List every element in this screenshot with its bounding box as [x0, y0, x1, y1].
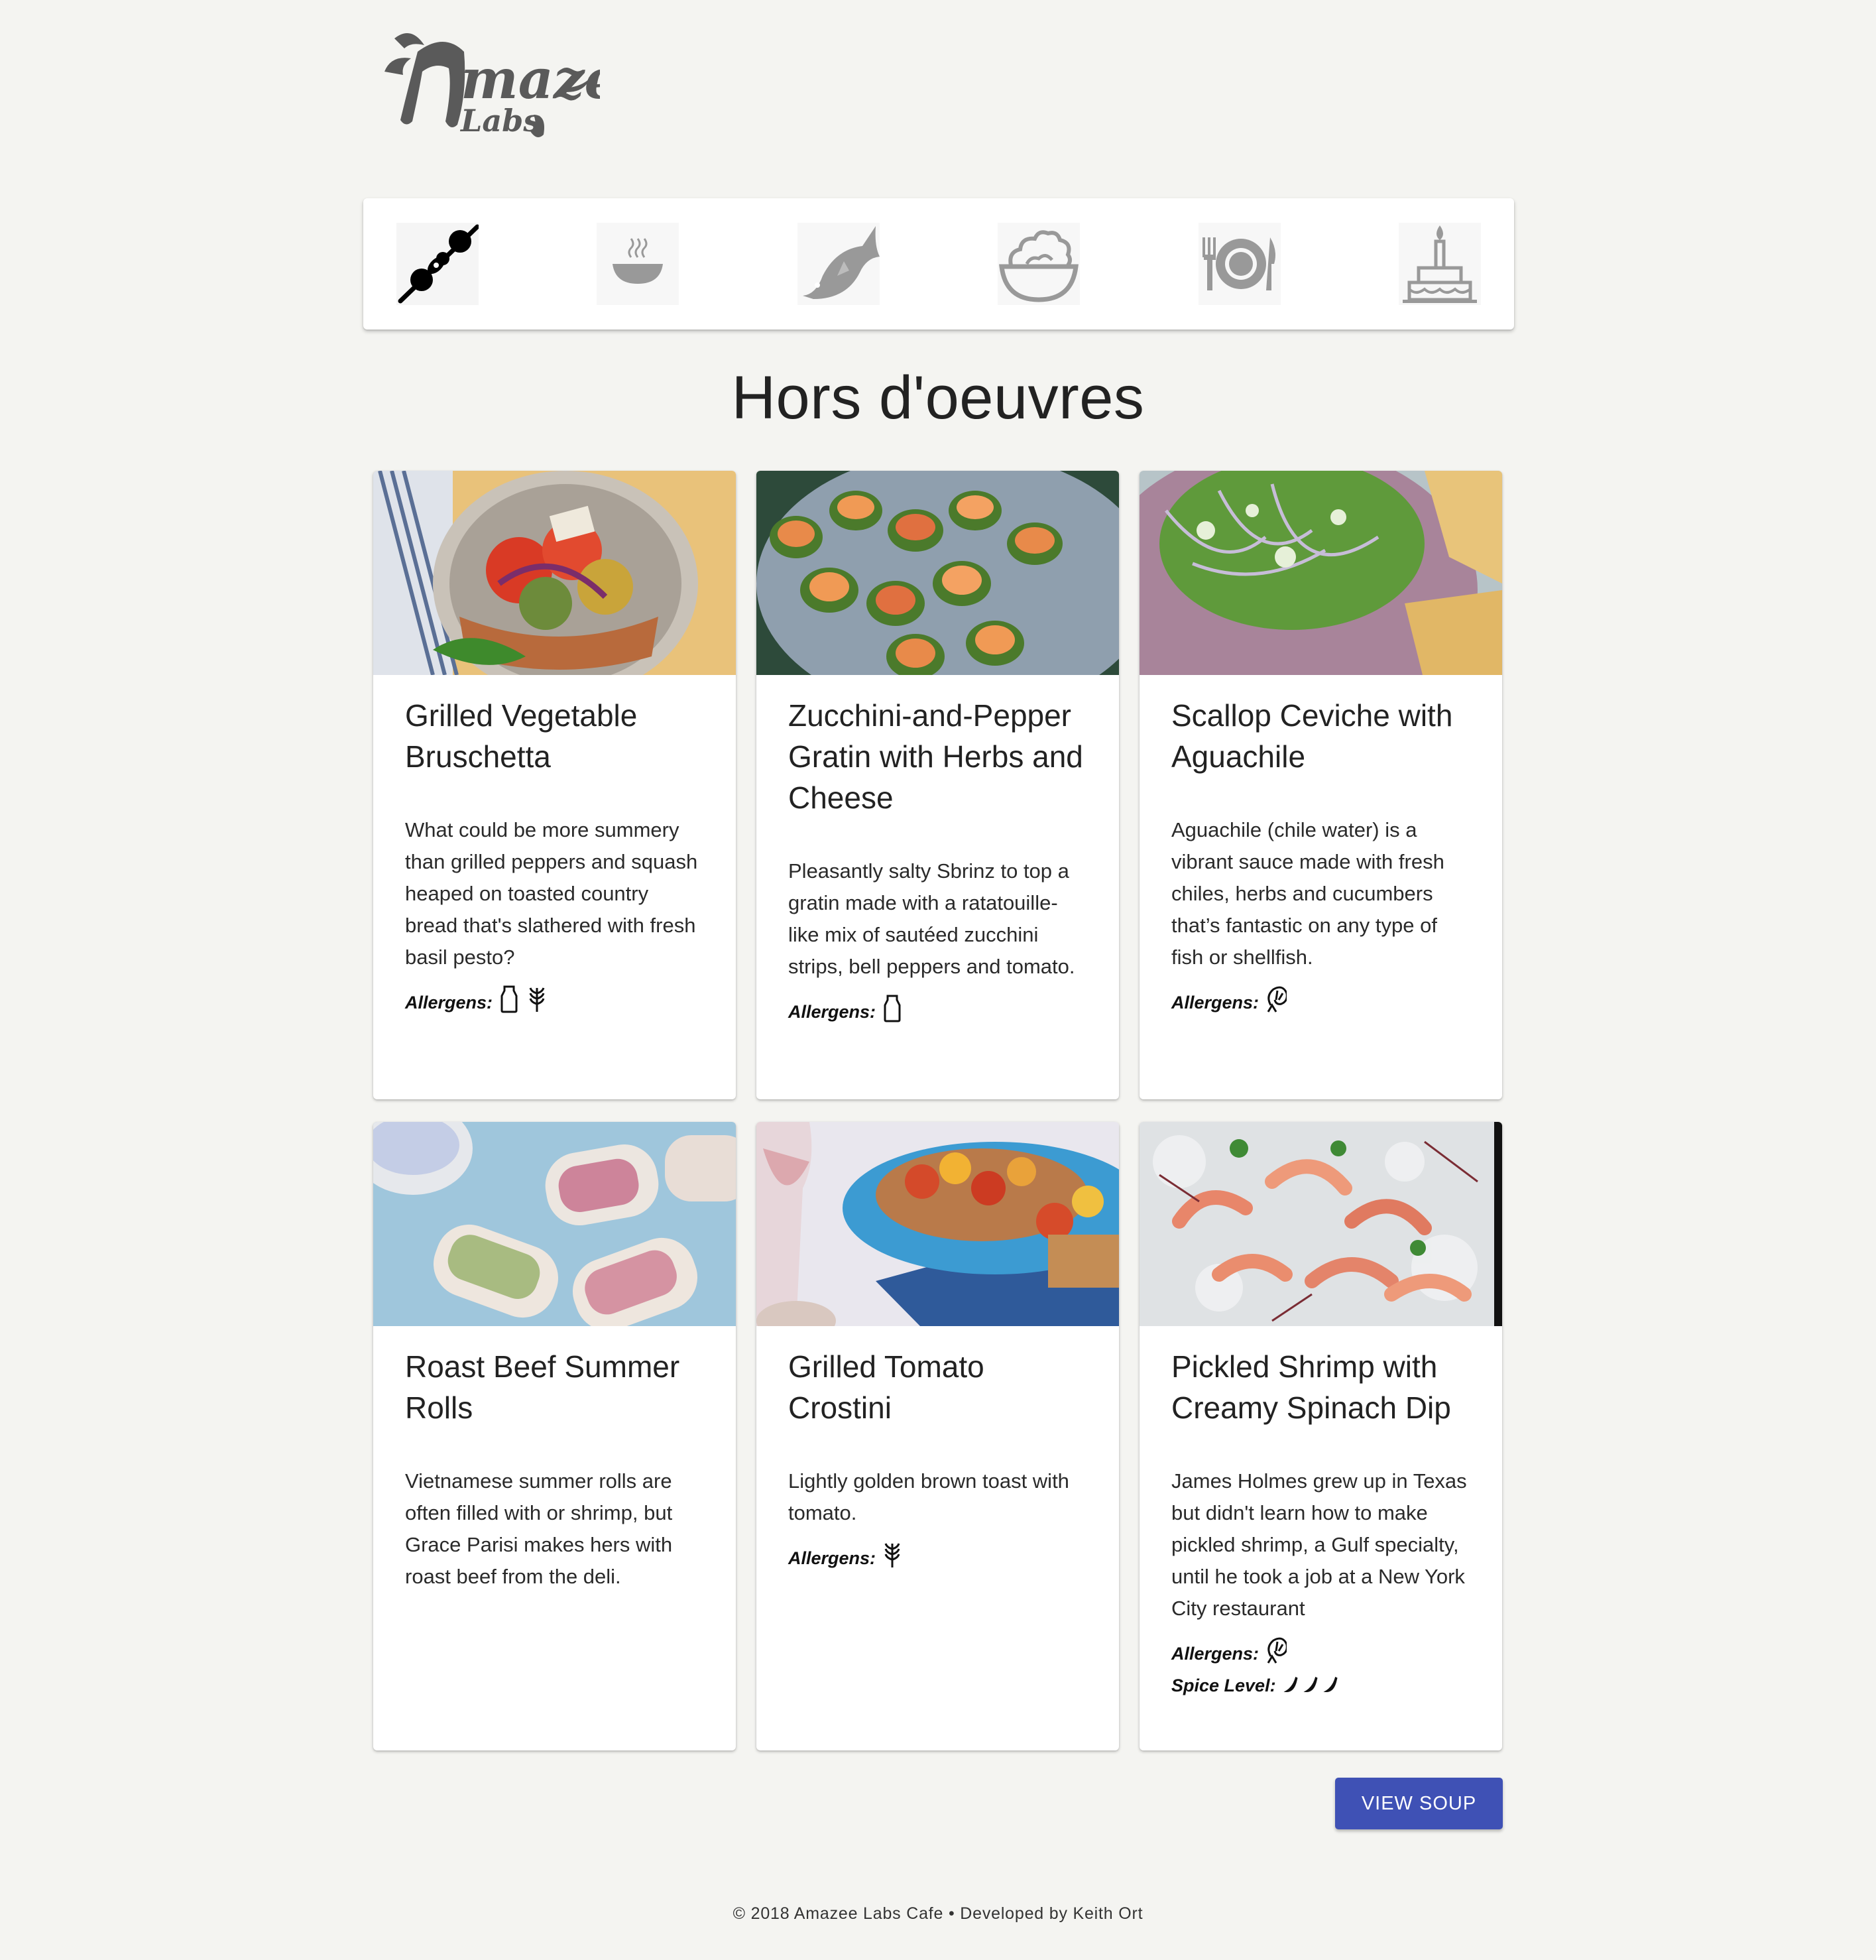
dish-photo: [1140, 471, 1502, 675]
allergens-row: Allergens:: [1171, 985, 1470, 1013]
card-description: Aguachile (chile water) is a vibrant sau…: [1171, 818, 1444, 969]
plate-icon: [1198, 223, 1281, 305]
card-title: Grilled Tomato Crostini: [788, 1349, 984, 1425]
allergens-label: Allergens:: [1171, 1644, 1260, 1664]
chili-icon: [1283, 1676, 1298, 1693]
chili-icon: [1303, 1676, 1318, 1693]
menu-card[interactable]: Scallop Ceviche with Aguachile Aguachile…: [1140, 471, 1502, 1099]
milk-bottle-icon: [500, 985, 518, 1013]
category-main[interactable]: [1198, 223, 1281, 305]
allergens-row: Allergens:: [405, 985, 704, 1013]
dish-photo: [1140, 1122, 1502, 1326]
svg-text:Labs: Labs: [459, 103, 540, 139]
milk-bottle-icon: [884, 995, 901, 1022]
card-title: Scallop Ceviche with Aguachile: [1171, 698, 1453, 774]
skewer-icon: [396, 223, 479, 305]
allergens-label: Allergens:: [788, 1002, 876, 1022]
footer: © 2018 Amazee Labs Cafe • Developed by K…: [733, 1904, 1143, 1923]
allergens-row: Allergens:: [788, 1541, 1087, 1569]
category-dessert[interactable]: [1398, 223, 1481, 305]
card-title: Grilled Vegetable Bruschetta: [405, 698, 638, 774]
view-soup-button[interactable]: VIEW SOUP: [1335, 1778, 1503, 1829]
category-nav: [363, 198, 1514, 330]
allergens-label: Allergens:: [788, 1548, 876, 1568]
spice-level-label: Spice Level:: [1171, 1676, 1276, 1695]
page: mazee Labs: [0, 0, 1876, 1960]
dish-photo: [373, 471, 736, 675]
cake-icon: [1398, 223, 1481, 305]
allergens-label: Allergens:: [405, 993, 493, 1012]
card-title: Pickled Shrimp with Creamy Spinach Dip: [1171, 1349, 1451, 1425]
wheat-icon: [884, 1543, 900, 1567]
allergens-row: Allergens:: [788, 995, 1087, 1022]
card-description: Pleasantly salty Sbrinz to top a gratin …: [788, 859, 1075, 978]
menu-card[interactable]: Pickled Shrimp with Creamy Spinach Dip J…: [1140, 1122, 1502, 1750]
dish-photo: [756, 1122, 1119, 1326]
dish-photo: [756, 471, 1119, 675]
card-description: Vietnamese summer rolls are often filled…: [405, 1469, 673, 1588]
svg-text:mazee: mazee: [461, 48, 600, 111]
spice-level-row: Spice Level:: [1171, 1674, 1470, 1696]
card-description: Lightly golden brown toast with tomato.: [788, 1469, 1069, 1524]
category-fish[interactable]: [797, 223, 880, 305]
fish-icon: [797, 223, 880, 305]
category-soup[interactable]: [597, 223, 679, 305]
wheat-icon: [529, 987, 545, 1012]
shrimp-icon: [1267, 986, 1287, 1012]
menu-card[interactable]: Grilled Tomato Crostini Lightly golden b…: [756, 1122, 1119, 1750]
category-hors-doeuvres[interactable]: [396, 223, 479, 305]
chili-icon: [1323, 1676, 1338, 1693]
salad-icon: [998, 223, 1081, 305]
menu-card[interactable]: Roast Beef Summer Rolls Vietnamese summe…: [373, 1122, 736, 1750]
section-title: Hors d'oeuvres: [731, 364, 1145, 432]
allergens-label: Allergens:: [1171, 993, 1260, 1012]
dish-photo: [373, 1122, 736, 1326]
category-salad[interactable]: [998, 223, 1081, 305]
card-title: Zucchini-and-Pepper Gratin with Herbs an…: [788, 698, 1083, 815]
shrimp-icon: [1267, 1637, 1287, 1664]
card-title: Roast Beef Summer Rolls: [405, 1349, 680, 1425]
amazee-labs-logo[interactable]: mazee Labs: [381, 25, 600, 145]
card-description: James Holmes grew up in Texas but didn't…: [1171, 1469, 1467, 1620]
menu-card[interactable]: Zucchini-and-Pepper Gratin with Herbs an…: [756, 471, 1119, 1099]
allergens-row: Allergens:: [1171, 1636, 1470, 1664]
card-description: What could be more summery than grilled …: [405, 818, 698, 969]
menu-card[interactable]: Grilled Vegetable Bruschetta What could …: [373, 471, 736, 1099]
soup-icon: [597, 223, 679, 305]
